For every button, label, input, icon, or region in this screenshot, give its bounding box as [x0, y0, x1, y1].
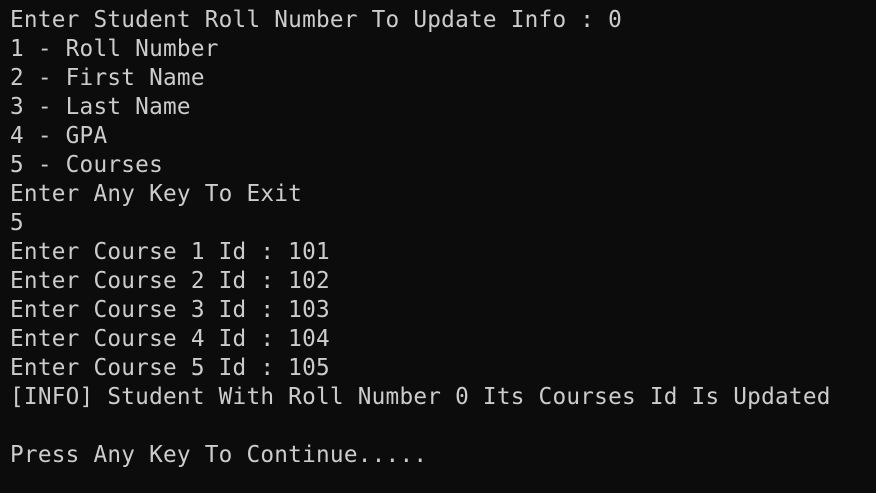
info-message: [INFO] Student With Roll Number 0 Its Co… — [10, 384, 831, 410]
course-id-entry-3: Enter Course 3 Id : 103 — [10, 297, 330, 323]
course-id-entry-2: Enter Course 2 Id : 102 — [10, 268, 330, 294]
console-window[interactable]: Enter Student Roll Number To Update Info… — [0, 0, 876, 493]
menu-exit-hint: Enter Any Key To Exit — [10, 181, 303, 207]
continue-prompt: Press Any Key To Continue..... — [10, 442, 428, 468]
menu-option-last-name: 3 - Last Name — [10, 94, 191, 120]
menu-option-gpa: 4 - GPA — [10, 123, 108, 149]
menu-option-first-name: 2 - First Name — [10, 65, 205, 91]
menu-option-courses: 5 - Courses — [10, 152, 163, 178]
update-roll-prompt: Enter Student Roll Number To Update Info… — [10, 7, 622, 33]
menu-choice-input: 5 — [10, 210, 24, 236]
course-id-entry-5: Enter Course 5 Id : 105 — [10, 355, 330, 381]
course-id-entry-4: Enter Course 4 Id : 104 — [10, 326, 330, 352]
menu-option-roll-number: 1 - Roll Number — [10, 36, 219, 62]
course-id-entry-1: Enter Course 1 Id : 101 — [10, 239, 330, 265]
